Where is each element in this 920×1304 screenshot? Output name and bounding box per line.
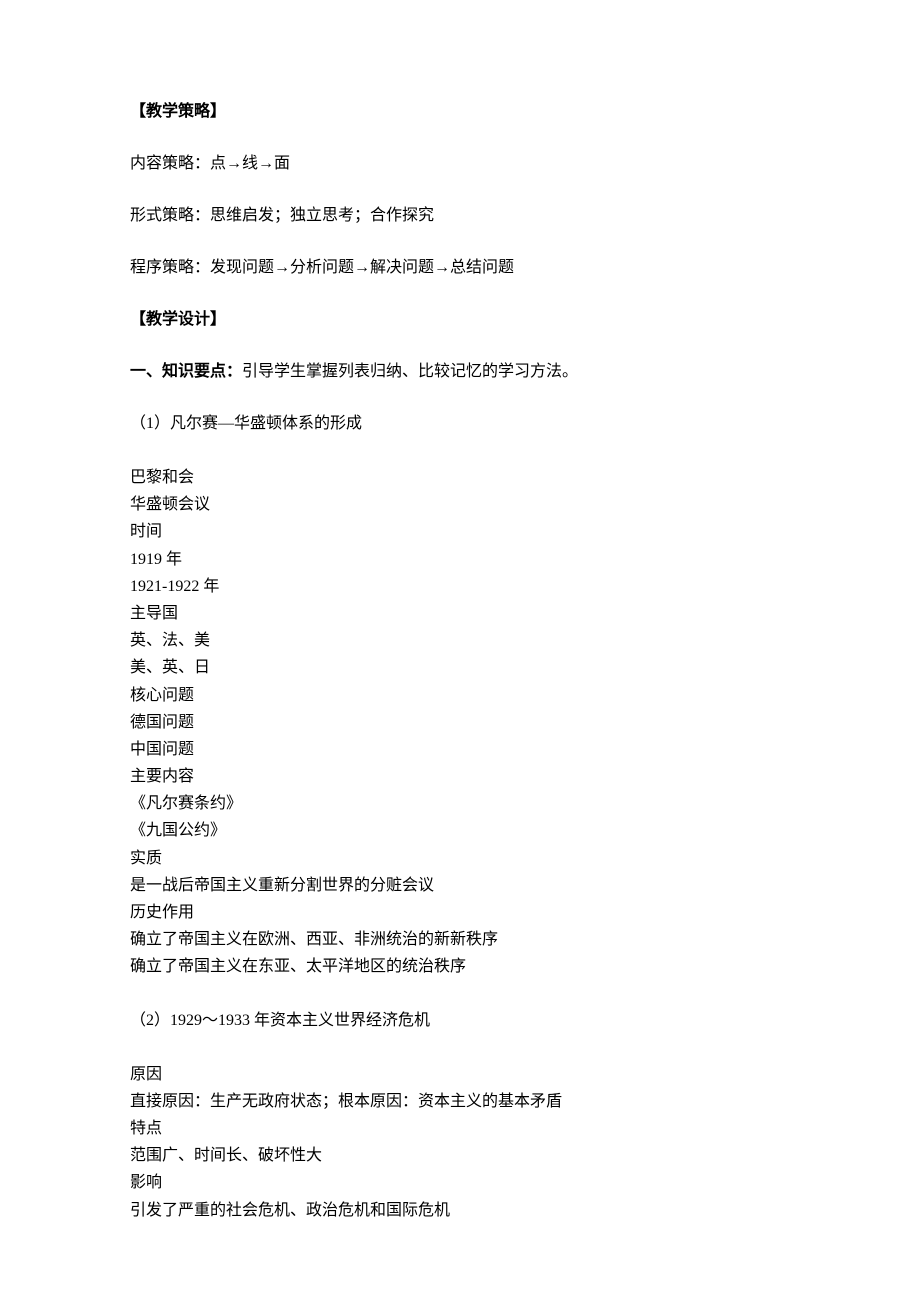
knowledge-points-text: 引导学生掌握列表归纳、比较记忆的学习方法。 — [242, 363, 578, 380]
form-strategy-text: 形式策略：思维启发；独立思考；合作探究 — [130, 204, 790, 228]
list-item: 特点 — [130, 1115, 790, 1142]
list-item: 实质 — [130, 845, 790, 872]
list-item: 时间 — [130, 518, 790, 545]
list-item: 核心问题 — [130, 682, 790, 709]
subsection-1-title: （1）凡尔赛—华盛顿体系的形成 — [130, 412, 790, 436]
list-item: 巴黎和会 — [130, 464, 790, 491]
list-block-1: 巴黎和会 华盛顿会议 时间 1919 年 1921-1922 年 主导国 英、法… — [130, 464, 790, 981]
list-item: 英、法、美 — [130, 627, 790, 654]
list-item: 范围广、时间长、破坏性大 — [130, 1142, 790, 1169]
list-item: 《凡尔赛条约》 — [130, 790, 790, 817]
list-item: 美、英、日 — [130, 654, 790, 681]
list-item: 1919 年 — [130, 546, 790, 573]
list-item: 德国问题 — [130, 709, 790, 736]
list-item: 影响 — [130, 1169, 790, 1196]
list-item: 直接原因：生产无政府状态；根本原因：资本主义的基本矛盾 — [130, 1088, 790, 1115]
list-item: 华盛顿会议 — [130, 491, 790, 518]
list-item: 主要内容 — [130, 763, 790, 790]
list-item: 引发了严重的社会危机、政治危机和国际危机 — [130, 1197, 790, 1224]
list-item: 原因 — [130, 1061, 790, 1088]
list-item: 确立了帝国主义在欧洲、西亚、非洲统治的新新秩序 — [130, 926, 790, 953]
list-item: 历史作用 — [130, 899, 790, 926]
list-item: 中国问题 — [130, 736, 790, 763]
list-item: 《九国公约》 — [130, 817, 790, 844]
knowledge-points-label: 一、知识要点： — [130, 363, 242, 380]
list-item: 1921-1922 年 — [130, 573, 790, 600]
list-item: 主导国 — [130, 600, 790, 627]
content-strategy-text: 内容策略：点→线→面 — [130, 152, 790, 176]
list-block-2: 原因 直接原因：生产无政府状态；根本原因：资本主义的基本矛盾 特点 范围广、时间… — [130, 1061, 790, 1224]
section-teaching-design-title: 【教学设计】 — [130, 308, 790, 332]
list-item: 确立了帝国主义在东亚、太平洋地区的统治秩序 — [130, 953, 790, 980]
knowledge-points-line: 一、知识要点：引导学生掌握列表归纳、比较记忆的学习方法。 — [130, 360, 790, 384]
list-item: 是一战后帝国主义重新分割世界的分赃会议 — [130, 872, 790, 899]
subsection-2-title: （2）1929～1933 年资本主义世界经济危机 — [130, 1009, 790, 1033]
procedure-strategy-text: 程序策略：发现问题→分析问题→解决问题→总结问题 — [130, 256, 790, 280]
section-teaching-strategy-title: 【教学策略】 — [130, 100, 790, 124]
